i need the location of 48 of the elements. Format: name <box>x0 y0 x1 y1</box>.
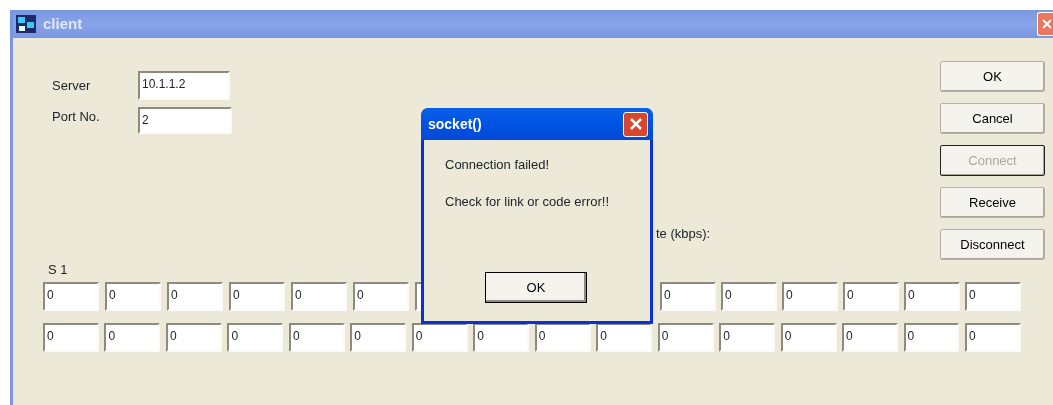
value-field[interactable]: 0 <box>353 281 409 311</box>
value-field[interactable]: 0 <box>291 281 347 311</box>
value-field[interactable]: 0 <box>167 281 223 311</box>
close-button[interactable] <box>1037 12 1053 36</box>
server-field[interactable]: 10.1.1.2 <box>138 71 230 100</box>
rate-label: te (kbps): <box>656 226 711 241</box>
dialog-title: socket() <box>428 114 482 134</box>
value-field[interactable]: 0 <box>843 281 899 311</box>
value-field[interactable]: 0 <box>227 322 284 352</box>
dialog-button[interactable]: Receive <box>940 187 1045 218</box>
dialog-button[interactable]: Cancel <box>940 103 1045 134</box>
value-field[interactable]: 0 <box>903 322 960 352</box>
value-field[interactable]: 0 <box>782 281 838 311</box>
value-field[interactable]: 0 <box>660 281 716 311</box>
value-field[interactable]: 0 <box>780 322 837 352</box>
value-field[interactable]: 0 <box>229 281 285 311</box>
close-button[interactable] <box>623 111 648 137</box>
value-field[interactable]: 0 <box>965 322 1021 352</box>
value-field[interactable]: 0 <box>288 322 345 352</box>
field-label: Port No. <box>52 107 101 126</box>
value-field[interactable]: 0 <box>350 322 407 352</box>
value-field[interactable]: 0 <box>842 322 898 352</box>
value-field[interactable]: 0 <box>104 322 161 352</box>
computers-icon <box>15 14 37 34</box>
value-field[interactable]: 0 <box>965 281 1021 311</box>
ok-button[interactable]: OK <box>485 272 587 303</box>
window-title: client <box>43 13 83 34</box>
value-field[interactable]: 0 <box>657 322 714 352</box>
value-field[interactable]: 0 <box>721 281 777 311</box>
value-field[interactable]: 0 <box>165 322 222 352</box>
group-label: S 1 <box>48 262 68 277</box>
port-field[interactable]: 2 <box>138 106 232 134</box>
value-field[interactable]: 0 <box>904 281 960 311</box>
field-label: Server <box>52 76 92 95</box>
dialog-button[interactable]: Disconnect <box>940 229 1045 260</box>
value-field[interactable]: 0 <box>105 281 161 311</box>
value-field[interactable]: 0 <box>43 281 99 311</box>
value-field[interactable]: 0 <box>411 322 468 352</box>
value-field[interactable]: 0 <box>43 322 99 352</box>
close-icon <box>628 117 643 131</box>
value-field[interactable]: 0 <box>534 322 591 352</box>
close-icon <box>1040 17 1051 31</box>
value-field[interactable]: 0 <box>473 322 530 352</box>
value-field[interactable]: 0 <box>596 322 653 352</box>
value-field[interactable]: 0 <box>719 322 776 352</box>
dialog-button[interactable]: OK <box>940 61 1045 92</box>
dialog-message: Connection failed! <box>445 156 551 174</box>
dialog-message: Check for link or code error!! <box>445 192 610 211</box>
